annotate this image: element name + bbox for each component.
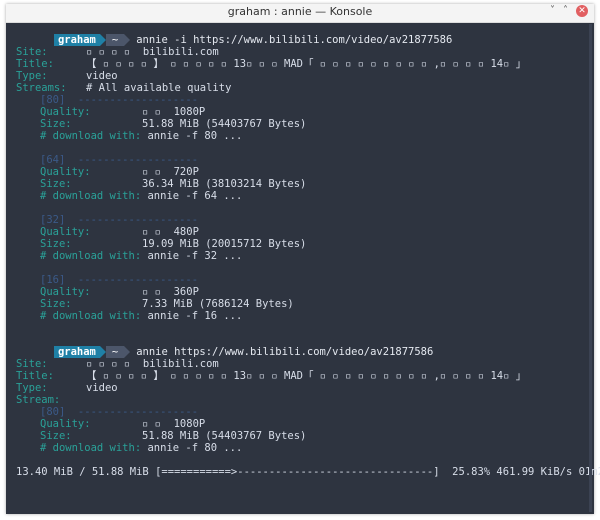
stream-header: [64] ------------------- [40,154,199,166]
size-line: Size: 51.88 MiB (54403767 Bytes) [40,430,306,442]
title-bar[interactable]: graham : annie — Konsole ˅ ˄ ✕ [6,4,594,23]
command-text: annie https://www.bilibili.com/video/av2… [136,346,434,358]
quality-line: Quality: ▫ ▫ 480P [40,226,199,238]
download-line: # download with: annie -f 32 ... [40,250,242,262]
quality-label: Quality: [40,106,91,118]
terminal-area[interactable]: graham ~ annie -i https://www.bilibili.com… [16,22,600,512]
type-label: Type: [16,70,48,82]
site-label: Site: [16,46,48,58]
quality-label: Quality: [40,226,91,238]
download-label: # download with: [40,250,142,262]
stream-header: [16] ------------------- [40,274,199,286]
prompt-line-2: graham ~ annie https://www.bilibili.com/vi… [16,334,433,358]
close-icon[interactable]: ✕ [576,5,588,17]
title-line: Title: 【 ▫ ▫ ▫ ▫ 】 ▫ ▫ ▫ ▫ ▫ 13▫ ▫ ▫ MAD「… [16,370,526,382]
quality-value: ▫ ▫ 1080P [142,106,206,118]
quality-label: Quality: [40,166,91,178]
size-line: Size: 19.09 MiB (20015712 Bytes) [40,238,306,250]
download-value: annie -f 80 ... [147,130,243,142]
size-value: 19.09 MiB (20015712 Bytes) [142,238,307,250]
title-value: 【 ▫ ▫ ▫ ▫ 】 ▫ ▫ ▫ ▫ ▫ 13▫ ▫ ▫ MAD「 ▫ ▫ ▫… [86,370,527,382]
size-label: Size: [40,178,72,190]
size-line: Size: 7.33 MiB (7686124 Bytes) [40,298,294,310]
download-label: # download with: [40,442,142,454]
site-value: ▫ ▫ ▫ ▫ bilibili.com [86,358,219,370]
stream-header: [80] ------------------- [40,406,199,418]
command-text: annie -i https://www.bilibili.com/video/… [136,34,453,46]
quality-line: Quality: ▫ ▫ 360P [40,286,199,298]
download-label: # download with: [40,190,142,202]
size-line: Size: 51.88 MiB (54403767 Bytes) [40,118,306,130]
prompt-dir: ~ [105,346,125,358]
streams-label: Streams: [16,82,67,94]
title-line: Title: 【 ▫ ▫ ▫ ▫ 】 ▫ ▫ ▫ ▫ ▫ 13▫ ▫ ▫ MAD「… [16,58,526,70]
download-value: annie -f 32 ... [147,250,243,262]
konsole-window: graham : annie — Konsole ˅ ˄ ✕ graham ~ an… [6,4,600,514]
streams-value: # All available quality [86,82,232,94]
stream-header: [80] ------------------- [40,94,199,106]
download-line: # download with: annie -f 80 ... [40,442,242,454]
size-label: Size: [40,298,72,310]
quality-label: Quality: [40,286,91,298]
streams-line: Streams: # All available quality [16,82,231,94]
quality-line: Quality: ▫ ▫ 1080P [40,106,205,118]
download-value: annie -f 80 ... [147,442,243,454]
quality-value: ▫ ▫ 1080P [142,418,206,430]
quality-value: ▫ ▫ 360P [142,286,199,298]
size-value: 51.88 MiB (54403767 Bytes) [142,118,307,130]
prompt-user: graham [53,34,100,46]
title-label: Title: [16,370,54,382]
download-line: # download with: annie -f 16 ... [40,310,242,322]
title-label: Title: [16,58,54,70]
download-label: # download with: [40,130,142,142]
quality-line: Quality: ▫ ▫ 1080P [40,418,205,430]
window-title: graham : annie — Konsole [227,5,373,18]
type-line: Type: video [16,70,118,82]
type-value: video [86,382,118,394]
site-label: Site: [16,358,48,370]
download-value: annie -f 64 ... [147,190,243,202]
scrollbar[interactable] [589,24,592,512]
type-value: video [86,70,118,82]
download-line: # download with: annie -f 80 ... [40,130,242,142]
size-value: 36.34 MiB (38103214 Bytes) [142,178,307,190]
stream-line: Stream: [16,394,60,406]
size-value: 51.88 MiB (54403767 Bytes) [142,430,307,442]
quality-value: ▫ ▫ 720P [142,166,199,178]
size-label: Size: [40,118,72,130]
download-value: annie -f 16 ... [147,310,243,322]
download-label: # download with: [40,310,142,322]
progress-text: 13.40 MiB / 51.88 MiB [===========>-----… [16,466,600,478]
site-line: Site: ▫ ▫ ▫ ▫ bilibili.com [16,46,219,58]
title-value: 【 ▫ ▫ ▫ ▫ 】 ▫ ▫ ▫ ▫ ▫ 13▫ ▫ ▫ MAD「 ▫ ▫ ▫… [86,58,527,70]
size-label: Size: [40,238,72,250]
prompt-separator-icon [99,34,106,46]
window-controls: ˅ ˄ ✕ [550,5,588,17]
prompt-separator-icon [99,346,106,358]
size-value: 7.33 MiB (7686124 Bytes) [142,298,294,310]
quality-label: Quality: [40,418,91,430]
type-line: Type: video [16,382,118,394]
type-label: Type: [16,382,48,394]
download-line: # download with: annie -f 64 ... [40,190,242,202]
progress-line: 13.40 MiB / 51.88 MiB [===========>-----… [16,466,600,478]
site-value: ▫ ▫ ▫ ▫ bilibili.com [86,46,219,58]
stream-header: [32] ------------------- [40,214,199,226]
stream-label: Stream: [16,394,61,406]
prompt-user: graham [53,346,100,358]
site-line: Site: ▫ ▫ ▫ ▫ bilibili.com [16,358,219,370]
maximize-icon[interactable]: ˄ [563,5,568,17]
minimize-icon[interactable]: ˅ [550,5,555,17]
quality-value: ▫ ▫ 480P [142,226,199,238]
size-label: Size: [40,430,72,442]
size-line: Size: 36.34 MiB (38103214 Bytes) [40,178,306,190]
prompt-line-1: graham ~ annie -i https://www.bilibili.com… [16,22,452,46]
quality-line: Quality: ▫ ▫ 720P [40,166,199,178]
prompt-dir: ~ [105,34,125,46]
